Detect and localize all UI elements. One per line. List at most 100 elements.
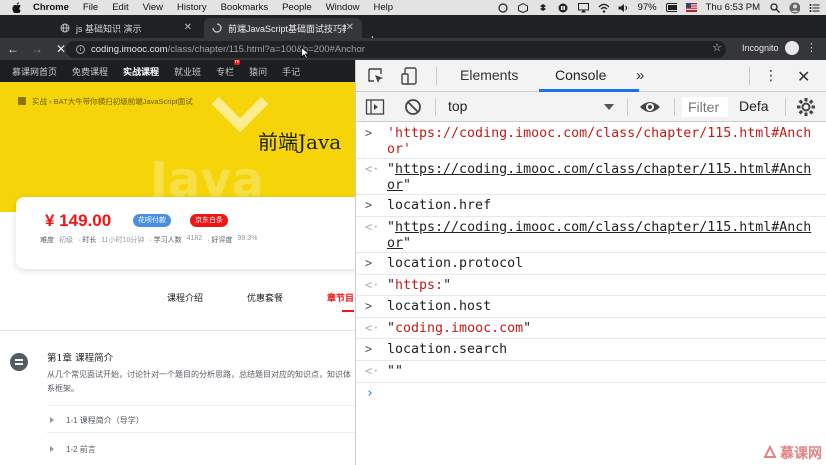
divider	[435, 98, 436, 116]
divider	[436, 67, 437, 85]
site-info-icon[interactable]: i	[76, 45, 85, 54]
device-toolbar-icon[interactable]	[400, 66, 420, 86]
tab-chapters[interactable]: 章节目	[327, 291, 354, 304]
flag-icon[interactable]	[685, 2, 697, 13]
lesson-item[interactable]: 1-2 前言	[50, 444, 96, 455]
website-viewport: 慕课网首页 免费课程 实战课程 就业班 专栏 hi 猿问 手记 Java 实战 ›…	[0, 60, 355, 465]
status-airplay-icon[interactable]	[577, 2, 589, 13]
tab-course-intro[interactable]: 课程介绍	[167, 291, 203, 304]
close-icon[interactable]: ✕	[346, 22, 354, 33]
console-link[interactable]: https://coding.imooc.com/class/chapter/1…	[387, 162, 811, 193]
apple-menu-icon[interactable]	[10, 2, 23, 13]
menu-view[interactable]: View	[143, 2, 163, 13]
battery-percent: 97%	[637, 2, 657, 13]
tab-label: js 基础知识 演示	[76, 23, 142, 34]
divider	[47, 405, 355, 406]
status-circle-icon[interactable]	[498, 2, 509, 13]
console-output-row[interactable]: <· "https://coding.imooc.com/class/chapt…	[356, 159, 826, 195]
menu-app-name[interactable]: Chrome	[33, 2, 69, 13]
console-input-row[interactable]: > 'https://coding.imooc.com/class/chapte…	[356, 123, 826, 159]
input-chevron-icon: >	[365, 256, 373, 270]
tab-js-basics[interactable]: js 基础知识 演示 ✕	[52, 18, 200, 38]
jd-tag[interactable]: 京东白条	[190, 214, 228, 227]
home-icon[interactable]	[18, 97, 26, 105]
close-icon[interactable]: ✕	[184, 22, 192, 33]
address-bar[interactable]: i coding.imooc.com/class/chapter/115.htm…	[66, 41, 726, 58]
tab-console[interactable]: Console	[555, 67, 606, 83]
huabei-tag[interactable]: 花呗付款	[133, 214, 171, 227]
tab-elements[interactable]: Elements	[460, 67, 518, 83]
forward-arrow-icon[interactable]: →	[28, 42, 46, 56]
user-menu-icon[interactable]	[789, 2, 800, 13]
live-expression-eye-icon[interactable]	[639, 97, 661, 122]
filter-input[interactable]: Filter	[682, 97, 728, 117]
nav-column[interactable]: 专栏 hi	[216, 60, 241, 78]
chevron-down-icon[interactable]	[604, 104, 614, 110]
browser-menu-icon[interactable]: ⋮	[806, 41, 817, 54]
console-link[interactable]: https://coding.imooc.com/class/chapter/1…	[387, 220, 811, 251]
tab-frontend-interview[interactable]: 前端JavaScript基础面试技巧教 ✕	[204, 18, 362, 38]
more-tabs-chevron-icon[interactable]: »	[636, 67, 644, 84]
course-hero-banner: Java 实战 › BAT大牛带你横扫初级前端JavaScript面试 前端Ja…	[0, 82, 355, 212]
input-chevron-icon: >	[365, 126, 373, 140]
console-output-row[interactable]: <· "https://coding.imooc.com/class/chapt…	[356, 217, 826, 253]
inspect-element-icon[interactable]	[366, 66, 386, 86]
nav-practical-courses[interactable]: 实战课程	[123, 65, 159, 78]
sidebar-toggle-icon[interactable]	[365, 97, 385, 122]
browser-toolbar: ← → ✕ i coding.imooc.com/class/chapter/1…	[0, 38, 826, 60]
lesson-item[interactable]: 1-1 课程简介（导学）	[50, 415, 144, 426]
gear-icon[interactable]	[796, 97, 816, 122]
devtools-menu-icon[interactable]: ⋮	[764, 67, 778, 84]
bookmark-star-icon[interactable]: ☆	[712, 41, 722, 54]
menu-bookmarks[interactable]: Bookmarks	[221, 2, 269, 13]
menu-window[interactable]: Window	[326, 2, 360, 13]
menu-history[interactable]: History	[177, 2, 207, 13]
course-meta: 难度 初级 · 时长 11小时10分钟 · 学习人数 4182 · 好评度 99.3%	[40, 235, 257, 245]
console-text: "https://coding.imooc.com/class/chapter/…	[387, 162, 812, 193]
chapter-list-icon	[10, 353, 28, 371]
close-devtools-icon[interactable]: ✕	[797, 67, 810, 87]
devtools-tab-bar: Elements Console » ⋮ ✕	[356, 60, 826, 92]
tab-discount-package[interactable]: 优惠套餐	[247, 291, 283, 304]
console-output-row[interactable]: <· ""	[356, 361, 826, 383]
console-input-row[interactable]: > location.host	[356, 296, 826, 318]
context-selector[interactable]: top	[448, 98, 467, 114]
spotlight-search-icon[interactable]	[769, 2, 780, 13]
clear-console-icon[interactable]	[403, 97, 423, 122]
menu-clock[interactable]: Thu 6:53 PM	[706, 2, 760, 13]
nav-job-class[interactable]: 就业班	[174, 65, 201, 78]
browser-tab-strip: js 基础知识 演示 ✕ 前端JavaScript基础面试技巧教 ✕ +	[0, 15, 826, 48]
log-levels-dropdown[interactable]: Defa	[739, 98, 769, 114]
console-input-row[interactable]: > location.href	[356, 195, 826, 217]
menu-help[interactable]: Help	[373, 2, 393, 13]
menu-people[interactable]: People	[282, 2, 312, 13]
console-prompt-chevron-icon[interactable]: ›	[366, 386, 374, 401]
menu-edit[interactable]: Edit	[112, 2, 128, 13]
wifi-icon[interactable]	[598, 2, 609, 13]
console-input-row[interactable]: > location.search	[356, 339, 826, 361]
console-output-row[interactable]: <· "coding.imooc.com"	[356, 318, 826, 339]
chapter-description: 从几个常见面试开始，讨论针对一个题目的分析思路，总结题目对应的知识点，知识体系框…	[47, 370, 351, 393]
volume-icon[interactable]	[618, 2, 629, 13]
status-pause-icon[interactable]	[558, 2, 569, 13]
nav-notes[interactable]: 手记	[282, 65, 300, 78]
battery-icon[interactable]	[665, 2, 677, 13]
console-input-row[interactable]: > location.protocol	[356, 253, 826, 275]
status-hexagon-icon[interactable]	[518, 2, 529, 13]
nav-qa[interactable]: 猿问	[249, 65, 267, 78]
menu-file[interactable]: File	[83, 2, 98, 13]
console-output-row[interactable]: <· "https:"	[356, 275, 826, 296]
back-arrow-icon[interactable]: ←	[4, 42, 22, 56]
nav-free-courses[interactable]: 免费课程	[72, 65, 108, 78]
incognito-icon[interactable]	[785, 41, 799, 55]
active-tab-underline	[342, 310, 354, 312]
breadcrumb-text[interactable]: 实战 › BAT大牛带你横扫初级前端JavaScript面试	[32, 97, 193, 106]
console-output: > 'https://coding.imooc.com/class/chapte…	[356, 123, 826, 465]
output-arrow-icon: <·	[365, 220, 380, 234]
globe-icon	[60, 23, 70, 33]
nav-home[interactable]: 慕课网首页	[12, 65, 57, 78]
console-text: location.host	[387, 299, 492, 314]
status-dropbox-icon[interactable]	[538, 2, 549, 13]
notification-center-icon[interactable]	[809, 2, 820, 13]
console-text: 'https://coding.imooc.com/class/chapter/…	[387, 126, 812, 157]
